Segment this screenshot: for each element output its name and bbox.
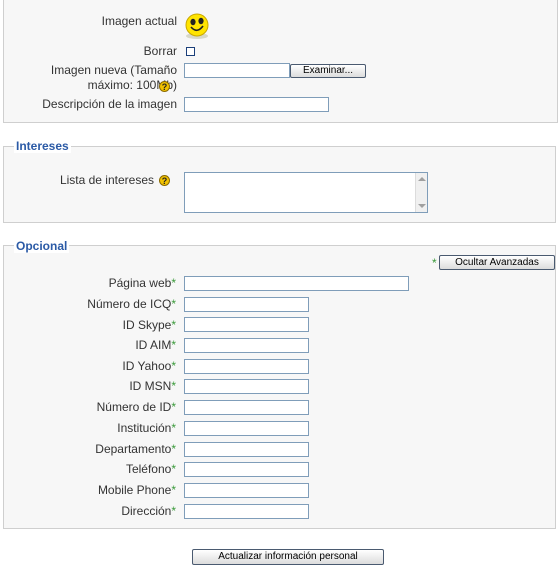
id-number-input[interactable] <box>184 400 309 415</box>
interests-textarea[interactable] <box>184 172 428 213</box>
aim-label: ID AIM* <box>135 338 176 352</box>
phone-input[interactable] <box>184 462 309 477</box>
institution-input[interactable] <box>184 421 309 436</box>
msn-input[interactable] <box>184 379 309 394</box>
website-label: Página web* <box>108 276 176 290</box>
department-input[interactable] <box>184 442 309 457</box>
department-label: Departamento* <box>95 442 176 456</box>
advanced-marker: * <box>432 256 437 270</box>
image-description-label: Descripción de la imagen <box>42 97 177 111</box>
msn-label: ID MSN* <box>129 379 176 393</box>
new-image-file-field[interactable] <box>184 63 290 78</box>
institution-label: Institución* <box>117 421 176 435</box>
mobile-phone-label: Mobile Phone* <box>97 483 176 497</box>
hide-advanced-button[interactable]: Ocultar Avanzadas <box>439 255 555 270</box>
interests-list-label: Lista de intereses <box>59 173 154 187</box>
browse-button[interactable]: Examinar... <box>290 64 366 78</box>
address-input[interactable] <box>184 504 309 519</box>
id-number-label: Número de ID* <box>96 400 176 414</box>
aim-input[interactable] <box>184 338 309 353</box>
update-profile-button[interactable]: Actualizar información personal <box>192 549 384 565</box>
new-image-label: Imagen nueva (Tamaño máximo: 100Mb) <box>50 63 177 92</box>
skype-input[interactable] <box>184 317 309 332</box>
mobile-phone-input[interactable] <box>184 483 309 498</box>
interests-scrollbar[interactable] <box>415 173 427 212</box>
icq-input[interactable] <box>184 297 309 312</box>
current-image-label: Imagen actual <box>101 14 177 28</box>
smiley-avatar-icon <box>185 13 209 39</box>
yahoo-input[interactable] <box>184 359 309 374</box>
address-label: Dirección* <box>121 504 176 518</box>
yahoo-label: ID Yahoo* <box>122 359 176 373</box>
optional-legend: Opcional <box>14 239 70 253</box>
image-description-input[interactable] <box>184 97 329 112</box>
interests-legend: Intereses <box>14 139 71 153</box>
scroll-up-icon[interactable] <box>418 177 426 181</box>
new-image-help-icon[interactable]: ? <box>159 81 170 92</box>
website-input[interactable] <box>184 276 409 291</box>
interests-help-icon[interactable]: ? <box>159 175 170 186</box>
scroll-down-icon[interactable] <box>418 204 426 208</box>
delete-label: Borrar <box>143 44 177 58</box>
phone-label: Teléfono* <box>125 462 176 476</box>
delete-checkbox[interactable] <box>186 47 195 56</box>
skype-label: ID Skype* <box>122 318 176 332</box>
icq-label: Número de ICQ* <box>87 297 176 311</box>
